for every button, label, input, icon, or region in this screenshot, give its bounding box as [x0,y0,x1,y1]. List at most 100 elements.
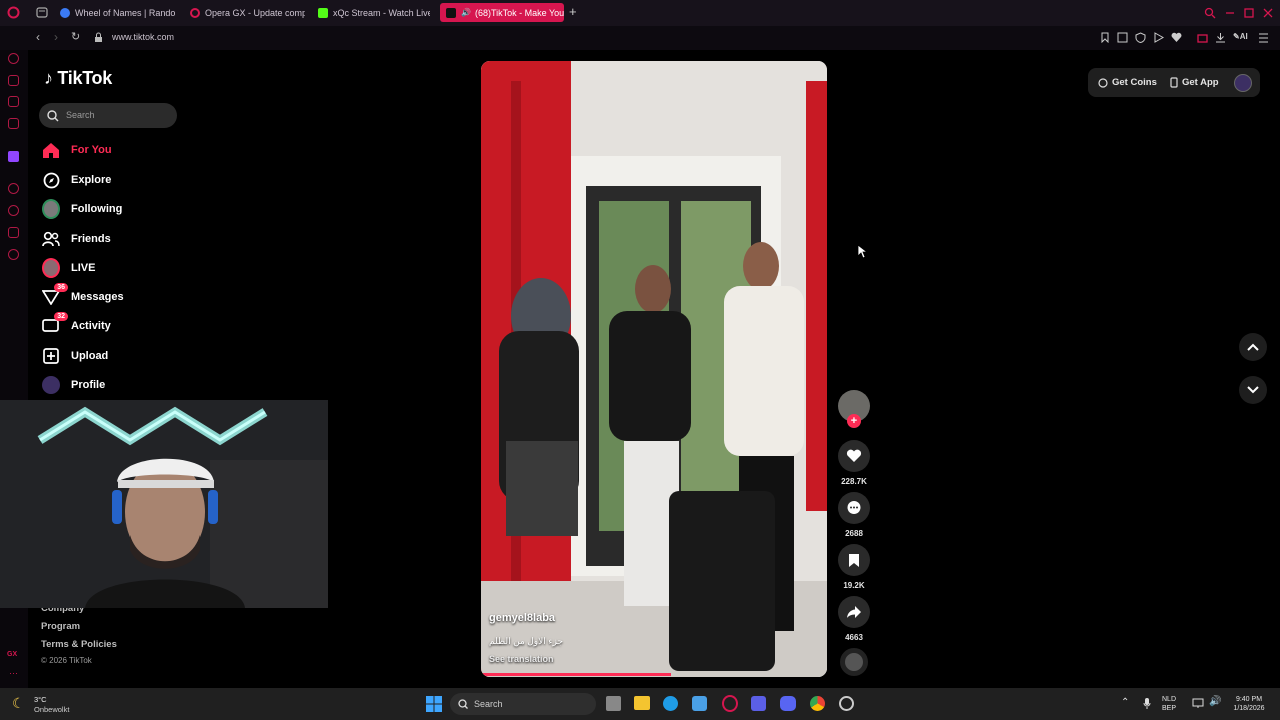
nav-label: Messages [71,291,124,303]
save-count: 19.2K [843,581,865,590]
download-icon[interactable] [1215,32,1226,43]
chrome-icon[interactable] [810,696,825,711]
nav-live[interactable]: LIVE [42,257,95,279]
next-video-button[interactable] [1239,376,1267,404]
nav-profile[interactable]: Profile [42,374,105,396]
minimize-icon[interactable] [1224,7,1236,19]
snapshot-icon[interactable] [1117,32,1128,43]
previous-video-button[interactable] [1239,333,1267,361]
close-window-icon[interactable] [1262,7,1274,19]
app-settings-icon[interactable] [839,696,854,711]
footer-terms-link[interactable]: Terms & Policies [41,639,117,650]
volume-icon[interactable]: 🔊 [1209,696,1221,707]
tiktok-logo[interactable]: ♪ TikTok [44,68,112,89]
video-author[interactable]: gemyel8laba [489,612,555,624]
wallet-icon[interactable] [1197,32,1208,43]
language-indicator[interactable]: NLD BEP [1162,695,1176,713]
settings-icon[interactable] [8,249,19,260]
nav-label: Explore [71,174,112,186]
get-app-button[interactable]: Get App [1170,77,1219,88]
like-button[interactable]: 228.7K [838,440,870,486]
video-player[interactable]: gemyel8laba جزء الاول من الظلم See trans… [481,61,827,677]
network-icon[interactable] [1192,698,1204,709]
nav-messages[interactable]: 36 Messages [42,283,124,308]
file-explorer-icon[interactable] [634,696,650,710]
sound-disc[interactable] [838,648,870,676]
tray-chevron-icon[interactable]: ⌃ [1121,697,1129,708]
more-icon[interactable]: ··· [9,668,18,678]
phone-icon [1170,77,1178,88]
tab-opera-gx[interactable]: Opera GX - Update comp [190,3,305,22]
tab-workspace-icon[interactable] [36,7,48,18]
comment-button[interactable]: 2688 [838,492,870,538]
reload-icon[interactable]: ↻ [71,30,80,43]
tab-wheel-of-names[interactable]: Wheel of Names | Random [60,3,175,22]
creator-avatar[interactable]: + [838,390,870,428]
lock-icon[interactable] [94,32,103,43]
new-tab-icon[interactable]: + [569,4,577,19]
share-button[interactable]: 4663 [838,596,870,642]
gx-label[interactable]: GX [7,651,17,658]
browser-tab-bar: Wheel of Names | Random Opera GX - Updat… [0,0,1280,26]
address-bar: ‹ › ↻ www.tiktok.com ✎AI [0,26,1280,50]
like-count: 228.7K [841,477,867,486]
opera-logo-icon[interactable] [7,6,20,19]
search-input[interactable]: Search [39,103,177,128]
opera-gx-taskbar-icon[interactable] [722,695,738,712]
tab-tiktok[interactable]: 🔊 (68)TikTok - Make You [440,3,564,22]
url-field[interactable]: www.tiktok.com [112,32,174,42]
play-icon[interactable] [1153,32,1164,43]
get-coins-button[interactable]: Get Coins [1098,77,1157,88]
video-progress-bar[interactable] [481,673,671,676]
nav-activity[interactable]: 32 Activity [42,312,111,337]
history-icon[interactable] [8,205,19,216]
shield-icon[interactable] [1135,32,1146,43]
discord-icon[interactable] [780,696,796,711]
menu-icon[interactable] [1258,33,1269,43]
clock[interactable]: 9:40 PM 1/18/2026 [1229,695,1269,713]
task-view-icon[interactable] [606,696,621,711]
search-tabs-icon[interactable] [1204,7,1216,19]
speaker-icon[interactable]: 🔊 [461,8,471,17]
player-icon[interactable] [8,183,19,194]
store-icon[interactable] [692,696,707,711]
forward-icon[interactable]: › [54,30,58,44]
microphone-icon[interactable] [1143,697,1151,710]
heart-icon[interactable] [1171,32,1182,43]
weather-desc[interactable]: Onbewolkt [34,705,69,714]
taskbar-search[interactable]: Search [450,693,596,715]
nav-friends[interactable]: Friends [42,228,111,250]
maximize-icon[interactable] [1243,7,1255,19]
follow-plus-icon[interactable]: + [847,414,861,428]
extensions-icon[interactable] [8,227,19,238]
nav-upload[interactable]: Upload [42,345,108,367]
nav-following[interactable]: Following [42,198,122,220]
windows-start-icon[interactable] [426,696,442,712]
nav-for-you[interactable]: For You [42,139,112,161]
gx-corner-icon[interactable] [8,53,19,64]
live-avatar [42,258,60,278]
weather-moon-icon[interactable]: ☾ [12,695,25,712]
nav-explore[interactable]: Explore [42,169,111,191]
friends-icon [42,230,60,248]
webcam-feed-image [0,400,328,608]
weather-temp[interactable]: 3°C [34,695,47,704]
top-right-actions: Get Coins Get App [1088,68,1260,97]
messenger-icon[interactable] [8,96,19,107]
bookmark-icon[interactable] [1100,32,1110,43]
gx-control-icon[interactable] [8,75,19,86]
save-button[interactable]: 19.2K [838,544,870,590]
app-taskbar-icon[interactable] [751,696,766,711]
lang-bottom: BEP [1162,705,1177,712]
back-icon[interactable]: ‹ [36,30,40,44]
mail-icon[interactable] [8,118,19,129]
ai-button[interactable]: ✎AI [1233,32,1248,41]
search-icon [458,699,468,709]
tiktok-wordmark: TikTok [57,68,112,88]
twitch-icon[interactable] [8,151,19,162]
tab-xqc-stream[interactable]: xQc Stream - Watch Live [318,3,430,22]
footer-program-link[interactable]: Program [41,621,80,632]
profile-avatar-top[interactable] [1234,74,1252,92]
see-translation-link[interactable]: See translation [489,654,554,664]
edge-icon[interactable] [663,696,678,711]
